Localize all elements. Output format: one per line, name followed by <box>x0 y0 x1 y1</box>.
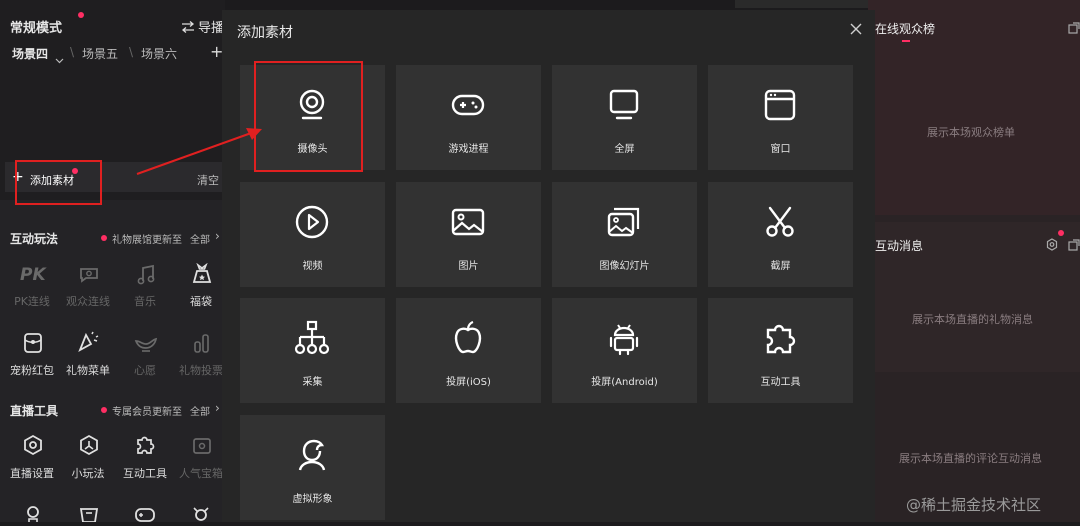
arrow-icon <box>136 128 262 175</box>
